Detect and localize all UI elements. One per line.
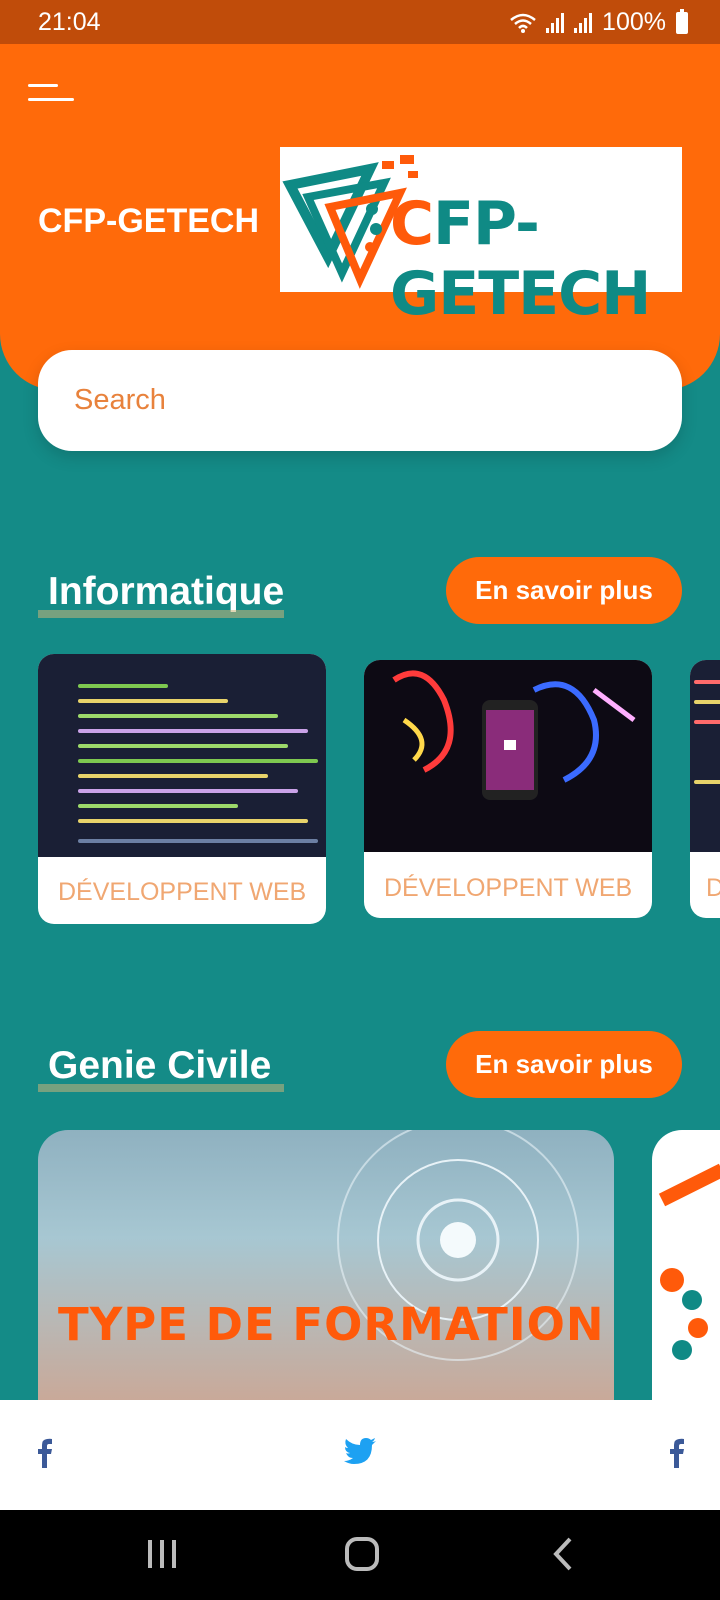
course-card-label: D: [706, 874, 720, 902]
facebook-icon[interactable]: [36, 1438, 52, 1468]
code-image: [690, 660, 720, 852]
logo-text: CFP-GETECH: [390, 189, 682, 329]
search-input[interactable]: [74, 380, 634, 420]
system-navigation-bar: [0, 1510, 720, 1600]
formation-card-title: TYPE DE FORMATION: [58, 1298, 605, 1351]
facebook-icon[interactable]: [668, 1438, 684, 1468]
formation-card-partial[interactable]: [652, 1130, 720, 1400]
en-savoir-plus-button-genie-civile[interactable]: En savoir plus: [446, 1031, 682, 1098]
course-card-label: DÉVELOPPENT WEB: [384, 874, 633, 902]
status-bar: 21:04 100%: [0, 0, 720, 44]
signal-icon-2: [574, 12, 593, 33]
status-indicators: 100%: [510, 8, 688, 37]
twitter-icon[interactable]: [344, 1438, 376, 1464]
code-image: [38, 654, 326, 857]
tech-circle-icon: [337, 1130, 579, 1361]
signal-icon: [546, 12, 565, 33]
wifi-icon: [510, 13, 536, 33]
search-bar: [38, 350, 682, 451]
logo: CFP-GETECH: [280, 147, 682, 329]
course-card[interactable]: DÉVELOPPENT WEB: [38, 654, 326, 924]
brand-title: CFP-GETECH: [38, 202, 259, 240]
battery-percent: 100%: [602, 8, 666, 36]
neon-graphic-icon: [392, 670, 636, 800]
course-card[interactable]: D: [690, 660, 720, 918]
en-savoir-plus-button-informatique[interactable]: En savoir plus: [446, 557, 682, 624]
formation-card[interactable]: TYPE DE FORMATION: [38, 1130, 614, 1400]
section-title-informatique: Informatique: [37, 570, 285, 618]
logo-partial-icon: [658, 1163, 720, 1360]
header: CFP-GETECH CFP-GETECH: [0, 44, 720, 390]
footer: [0, 1400, 720, 1510]
logo-text-accent: C: [390, 189, 434, 259]
phone-neon-image: [364, 660, 652, 852]
recent-apps-icon[interactable]: [146, 1538, 178, 1570]
battery-icon: [676, 8, 688, 34]
course-card[interactable]: DÉVELOPPENT WEB: [364, 660, 652, 918]
back-icon[interactable]: [552, 1536, 574, 1572]
course-card-label: DÉVELOPPENT WEB: [58, 878, 307, 906]
status-time: 21:04: [38, 8, 101, 36]
menu-icon[interactable]: [28, 84, 78, 114]
section-title-genie-civile: Genie Civile: [37, 1044, 285, 1092]
home-icon[interactable]: [344, 1536, 380, 1572]
